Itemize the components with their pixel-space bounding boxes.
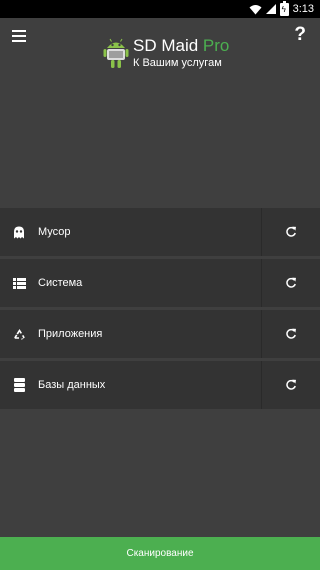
app-title-main: SD Maid — [133, 36, 199, 55]
scan-button[interactable]: Сканирование — [0, 537, 320, 570]
tool-row[interactable]: Система — [0, 259, 261, 307]
list-item-corpse: Мусор — [0, 208, 320, 256]
tool-row[interactable]: Приложения — [0, 310, 261, 358]
tool-label: Система — [38, 277, 83, 289]
tool-label: Мусор — [38, 226, 71, 238]
app-title-pro: Pro — [202, 36, 230, 55]
list-item-databases: Базы данных — [0, 361, 320, 409]
status-time: 3:13 — [292, 3, 314, 15]
signal-icon — [265, 4, 276, 14]
app-title: SD Maid Pro — [133, 36, 229, 56]
tool-label: Приложения — [38, 328, 103, 340]
tool-label: Базы данных — [38, 379, 106, 391]
status-bar: ϟ 3:13 — [0, 0, 320, 18]
refresh-button[interactable] — [261, 310, 320, 358]
refresh-button[interactable] — [261, 361, 320, 409]
refresh-button[interactable] — [261, 259, 320, 307]
wifi-icon — [249, 4, 262, 14]
list-item-apps: Приложения — [0, 310, 320, 358]
refresh-icon — [286, 328, 296, 339]
help-button[interactable]: ? — [294, 24, 306, 46]
refresh-button[interactable] — [261, 208, 320, 256]
refresh-icon — [286, 379, 296, 390]
hamburger-icon[interactable] — [12, 30, 26, 42]
list-icon — [12, 276, 26, 290]
refresh-icon — [286, 277, 296, 288]
refresh-icon — [286, 226, 296, 237]
app-subtitle: К Вашим услугам — [133, 57, 222, 69]
android-logo-icon — [103, 38, 129, 68]
status-icons: ϟ 3:13 — [249, 0, 314, 18]
tool-list: Мусор Система Приложения Базы данных — [0, 208, 320, 412]
battery-icon: ϟ — [279, 0, 289, 16]
database-icon — [12, 378, 26, 392]
ghost-icon — [12, 225, 26, 239]
tool-row[interactable]: Мусор — [0, 208, 261, 256]
tool-row[interactable]: Базы данных — [0, 361, 261, 409]
header: ? SD Maid Pro К Вашим услугам — [0, 18, 320, 208]
recycle-icon — [12, 327, 26, 341]
list-item-system: Система — [0, 259, 320, 307]
